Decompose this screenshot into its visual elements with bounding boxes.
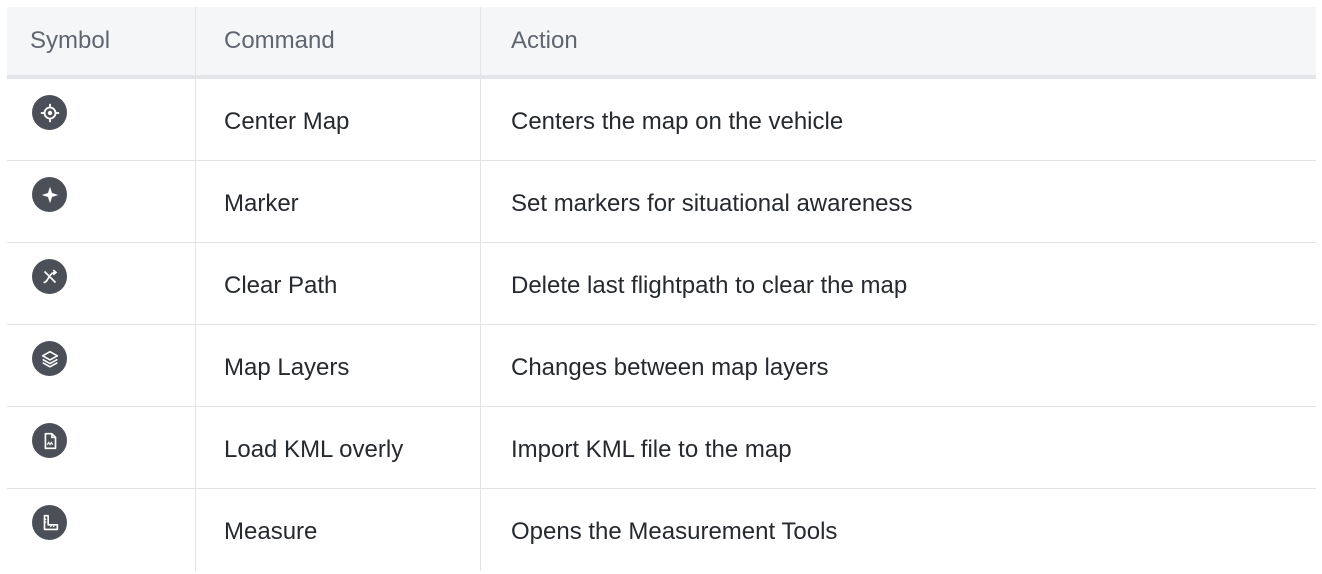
table-row: Center Map Centers the map on the vehicl…	[7, 79, 1316, 161]
header-command: Command	[195, 7, 480, 75]
symbol-cell	[7, 243, 195, 324]
symbol-cell	[7, 325, 195, 406]
table-row: Measure Opens the Measurement Tools	[7, 489, 1316, 571]
command-cell: Marker	[195, 161, 480, 242]
action-cell: Import KML file to the map	[480, 407, 1316, 488]
map-layers-icon	[32, 341, 67, 376]
action-cell: Opens the Measurement Tools	[480, 489, 1316, 571]
symbol-cell	[7, 489, 195, 571]
action-cell: Centers the map on the vehicle	[480, 79, 1316, 160]
table-row: Clear Path Delete last flightpath to cle…	[7, 243, 1316, 325]
marker-icon	[32, 177, 67, 212]
measure-icon	[32, 505, 67, 540]
command-cell: Measure	[195, 489, 480, 571]
kml-file-icon	[32, 423, 67, 458]
command-cell: Center Map	[195, 79, 480, 160]
table-row: Map Layers Changes between map layers	[7, 325, 1316, 407]
clear-path-icon	[32, 259, 67, 294]
header-action: Action	[480, 7, 1316, 75]
action-cell: Set markers for situational awareness	[480, 161, 1316, 242]
commands-table: Symbol Command Action Center Map Centers…	[7, 7, 1316, 571]
header-symbol: Symbol	[30, 27, 111, 54]
symbol-cell	[7, 407, 195, 488]
center-map-icon	[32, 95, 67, 130]
table-row: Marker Set markers for situational aware…	[7, 161, 1316, 243]
action-cell: Delete last flightpath to clear the map	[480, 243, 1316, 324]
command-cell: Map Layers	[195, 325, 480, 406]
action-cell: Changes between map layers	[480, 325, 1316, 406]
command-cell: Load KML overly	[195, 407, 480, 488]
table-header-row: Symbol Command Action	[7, 7, 1316, 79]
symbol-cell	[7, 161, 195, 242]
table-row: Load KML overly Import KML file to the m…	[7, 407, 1316, 489]
command-cell: Clear Path	[195, 243, 480, 324]
symbol-cell	[7, 79, 195, 160]
